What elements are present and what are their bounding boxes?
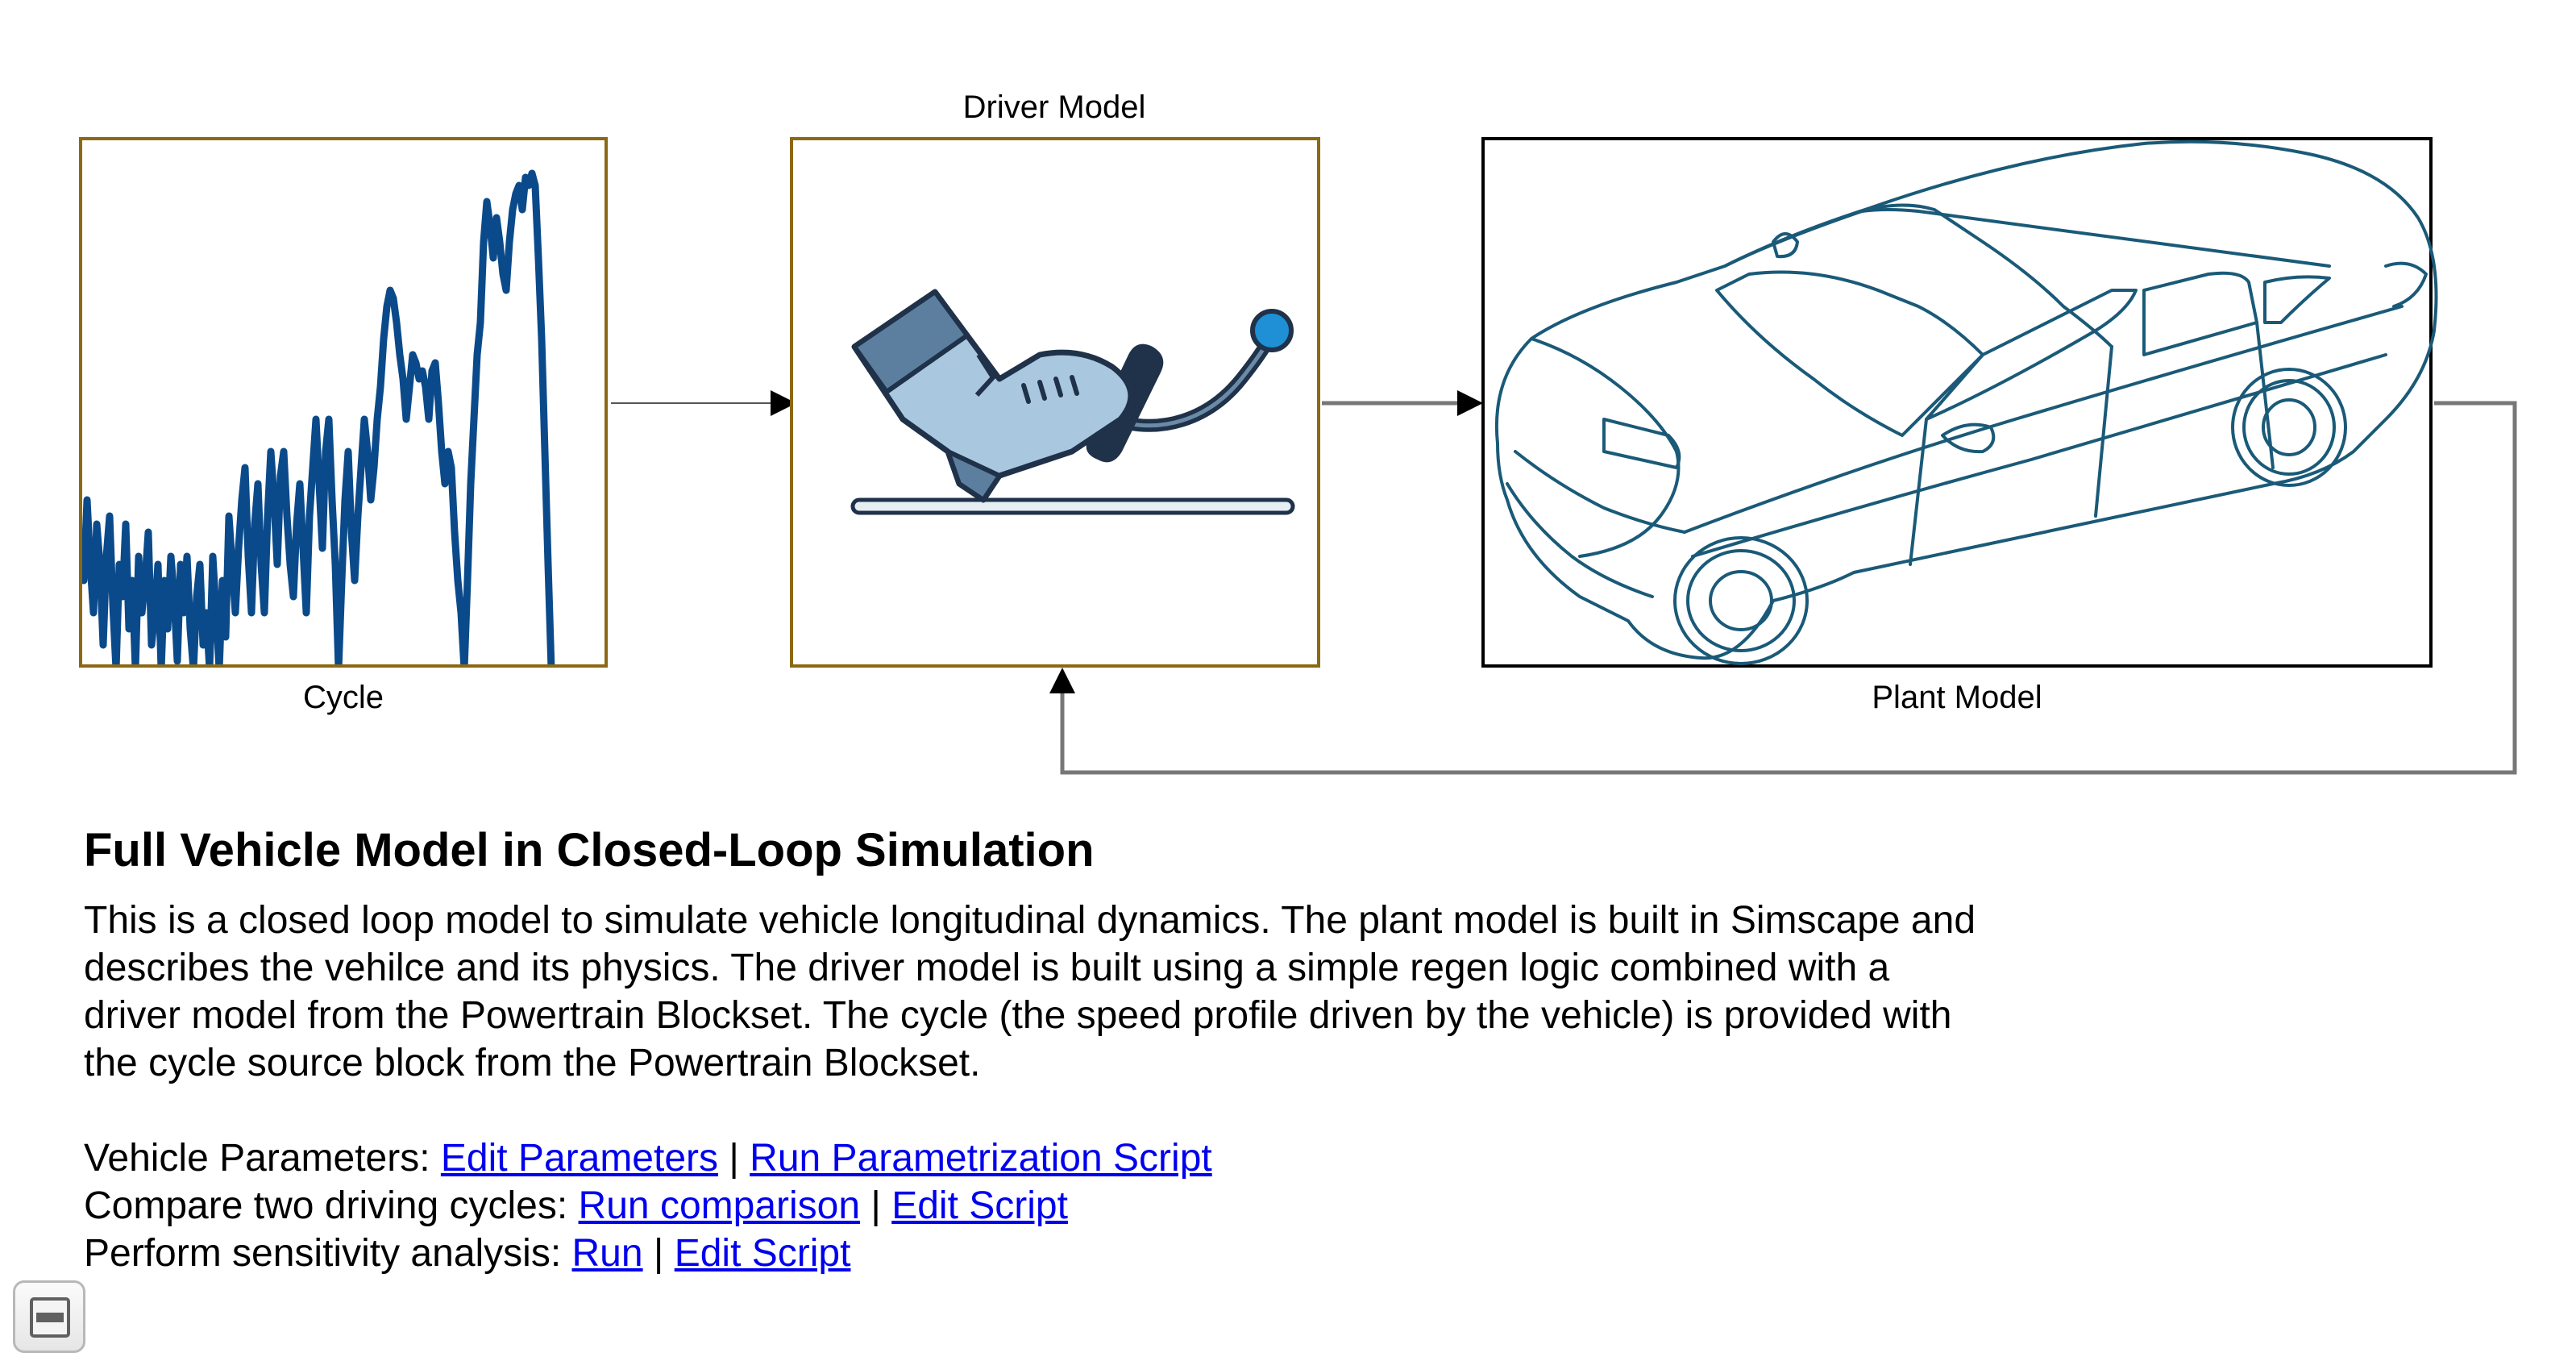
link-separator: | [860,1184,892,1227]
run-parametrization-script-link[interactable]: Run Parametrization Script [750,1137,1212,1180]
plant-model-block[interactable] [1481,137,2438,668]
link-separator: | [642,1232,675,1275]
compare-cycles-row: Compare two driving cycles: Run comparis… [84,1182,2147,1230]
model-description: Full Vehicle Model in Closed-Loop Simula… [84,822,2147,1277]
link-separator: | [718,1137,750,1180]
collapse-button[interactable] [13,1280,85,1353]
arrowhead-driver-to-plant [1457,390,1483,416]
edit-sensitivity-script-link[interactable]: Edit Script [675,1232,851,1275]
edit-parameters-link[interactable]: Edit Parameters [441,1137,718,1180]
plant-block-label: Plant Model [1872,680,2042,715]
driver-model-block[interactable] [790,137,1320,668]
vehicle-parameters-label: Vehicle Parameters: [84,1137,441,1180]
run-comparison-link[interactable]: Run comparison [579,1184,861,1227]
edit-comparison-script-link[interactable]: Edit Script [891,1184,1068,1227]
compare-cycles-label: Compare two driving cycles: [84,1184,579,1227]
description-title: Full Vehicle Model in Closed-Loop Simula… [84,824,1095,876]
collapse-icon [30,1297,70,1338]
description-body: This is a closed loop model to simulate … [84,899,1976,1084]
cycle-block[interactable] [79,137,608,669]
sensitivity-analysis-row: Perform sensitivity analysis: Run | Edit… [84,1230,2147,1277]
arrowhead-plant-to-driver [1049,668,1075,693]
vehicle-parameters-row: Vehicle Parameters: Edit Parameters | Ru… [84,1134,2147,1182]
sensitivity-analysis-label: Perform sensitivity analysis: [84,1232,572,1275]
cycle-block-label: Cycle [303,680,384,715]
driver-block-label: Driver Model [963,89,1146,125]
run-sensitivity-link[interactable]: Run [572,1232,643,1275]
